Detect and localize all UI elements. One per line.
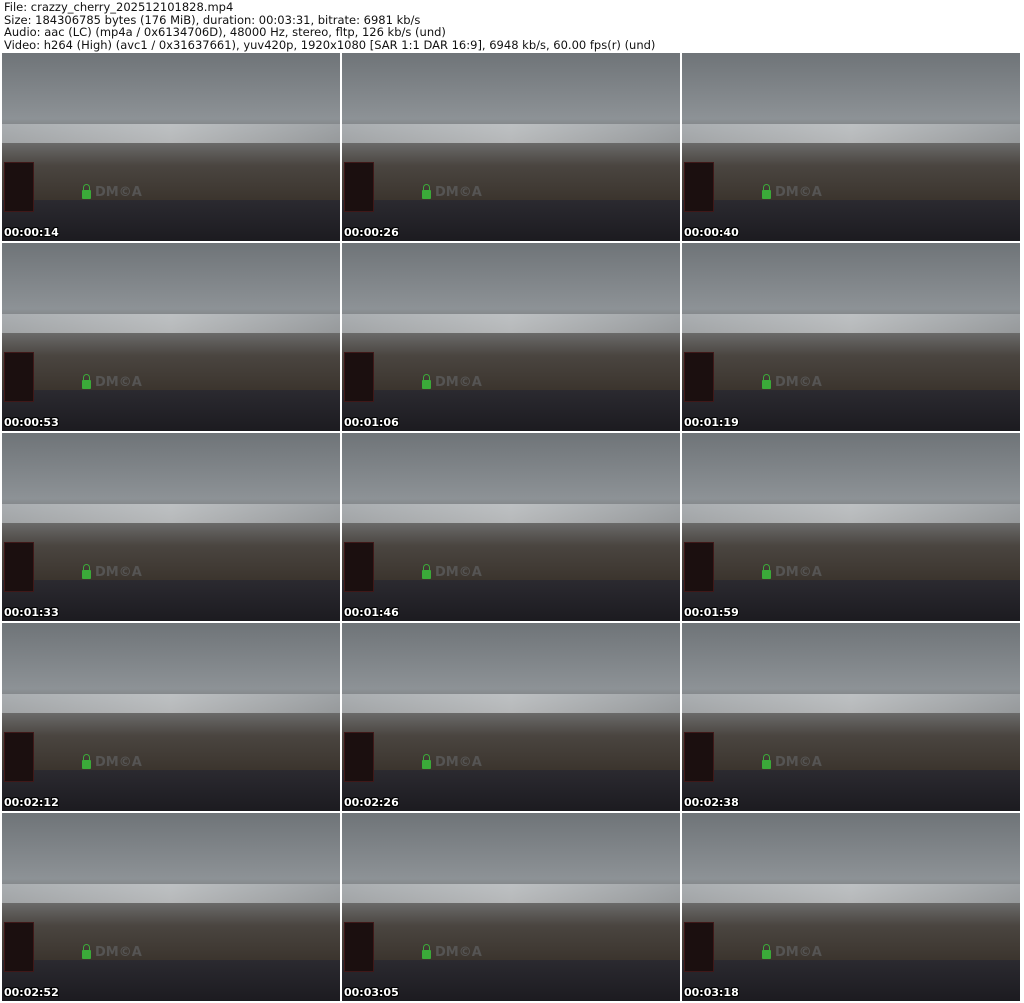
dmca-watermark: DM©A [82, 563, 142, 580]
lock-icon [422, 183, 431, 199]
watermark-text: DM©A [775, 374, 822, 390]
timestamp: 00:01:33 [4, 606, 59, 619]
watermark-text: DM©A [775, 944, 822, 960]
lock-icon [422, 563, 431, 579]
thumbnail-frame: DM©A 00:01:33 [2, 433, 340, 621]
lock-icon [82, 183, 91, 199]
dmca-watermark: DM©A [762, 943, 822, 960]
audio-info: Audio: aac (LC) (mp4a / 0x6134706D), 480… [4, 25, 446, 39]
watermark-text: DM©A [95, 374, 142, 390]
thumbnail-frame: DM©A 00:02:52 [2, 813, 340, 1001]
thumbnail-frame: DM©A 00:00:14 [2, 53, 340, 241]
overlay-panel [344, 162, 374, 213]
watermark-text: DM©A [95, 184, 142, 200]
timestamp: 00:02:52 [4, 986, 59, 999]
watermark-text: DM©A [435, 184, 482, 200]
dmca-watermark: DM©A [762, 373, 822, 390]
video-info: Video: h264 (High) (avc1 / 0x31637661), … [4, 37, 656, 52]
overlay-panel [344, 732, 374, 783]
watermark-text: DM©A [95, 564, 142, 580]
timestamp: 00:00:26 [344, 226, 399, 239]
overlay-panel [684, 162, 714, 213]
thumbnail-frame: DM©A 00:03:18 [682, 813, 1020, 1001]
overlay-panel [344, 542, 374, 593]
thumbnail-frame: DM©A 00:03:05 [342, 813, 680, 1001]
overlay-panel [684, 352, 714, 403]
timestamp: 00:00:53 [4, 416, 59, 429]
timestamp: 00:01:06 [344, 416, 399, 429]
timestamp: 00:01:59 [684, 606, 739, 619]
file-name: File: crazzy_cherry_202512101828.mp4 [4, 0, 234, 14]
dmca-watermark: DM©A [82, 183, 142, 200]
dmca-watermark: DM©A [82, 943, 142, 960]
thumbnail-frame: DM©A 00:01:46 [342, 433, 680, 621]
dmca-watermark: DM©A [762, 183, 822, 200]
watermark-text: DM©A [95, 944, 142, 960]
lock-icon [82, 943, 91, 959]
lock-icon [422, 943, 431, 959]
timestamp: 00:03:05 [344, 986, 399, 999]
timestamp: 00:02:26 [344, 796, 399, 809]
thumbnail-frame: DM©A 00:00:53 [2, 243, 340, 431]
overlay-panel [4, 732, 34, 783]
lock-icon [762, 183, 771, 199]
watermark-text: DM©A [95, 754, 142, 770]
thumbnail-frame: DM©A 00:02:38 [682, 623, 1020, 811]
watermark-text: DM©A [435, 944, 482, 960]
dmca-watermark: DM©A [422, 943, 482, 960]
lock-icon [422, 373, 431, 389]
thumbnail-frame: DM©A 00:02:26 [342, 623, 680, 811]
dmca-watermark: DM©A [422, 373, 482, 390]
watermark-text: DM©A [435, 564, 482, 580]
overlay-panel [4, 352, 34, 403]
overlay-panel [684, 732, 714, 783]
lock-icon [82, 373, 91, 389]
lock-icon [422, 753, 431, 769]
timestamp: 00:02:12 [4, 796, 59, 809]
overlay-panel [4, 542, 34, 593]
timestamp: 00:02:38 [684, 796, 739, 809]
watermark-text: DM©A [435, 374, 482, 390]
dmca-watermark: DM©A [82, 753, 142, 770]
dmca-watermark: DM©A [422, 753, 482, 770]
timestamp: 00:00:14 [4, 226, 59, 239]
file-info-header: File: crazzy_cherry_202512101828.mp4 Siz… [4, 1, 655, 51]
overlay-panel [4, 922, 34, 973]
overlay-panel [344, 352, 374, 403]
thumbnail-frame: DM©A 00:02:12 [2, 623, 340, 811]
overlay-panel [344, 922, 374, 973]
lock-icon [762, 373, 771, 389]
overlay-panel [684, 542, 714, 593]
timestamp: 00:03:18 [684, 986, 739, 999]
overlay-panel [684, 922, 714, 973]
lock-icon [762, 753, 771, 769]
overlay-panel [4, 162, 34, 213]
lock-icon [82, 753, 91, 769]
thumbnail-frame: DM©A 00:00:40 [682, 53, 1020, 241]
thumbnail-grid: DM©A 00:00:14 DM©A 00:00:26 DM©A 00:00:40 DM©A… [2, 53, 1020, 1001]
timestamp: 00:00:40 [684, 226, 739, 239]
dmca-watermark: DM©A [762, 563, 822, 580]
watermark-text: DM©A [775, 754, 822, 770]
thumbnail-frame: DM©A 00:01:06 [342, 243, 680, 431]
dmca-watermark: DM©A [82, 373, 142, 390]
thumbnail-frame: DM©A 00:01:59 [682, 433, 1020, 621]
lock-icon [82, 563, 91, 579]
timestamp: 00:01:19 [684, 416, 739, 429]
dmca-watermark: DM©A [762, 753, 822, 770]
dmca-watermark: DM©A [422, 183, 482, 200]
thumbnail-frame: DM©A 00:00:26 [342, 53, 680, 241]
lock-icon [762, 943, 771, 959]
thumbnail-frame: DM©A 00:01:19 [682, 243, 1020, 431]
watermark-text: DM©A [775, 564, 822, 580]
timestamp: 00:01:46 [344, 606, 399, 619]
dmca-watermark: DM©A [422, 563, 482, 580]
lock-icon [762, 563, 771, 579]
watermark-text: DM©A [775, 184, 822, 200]
watermark-text: DM©A [435, 754, 482, 770]
